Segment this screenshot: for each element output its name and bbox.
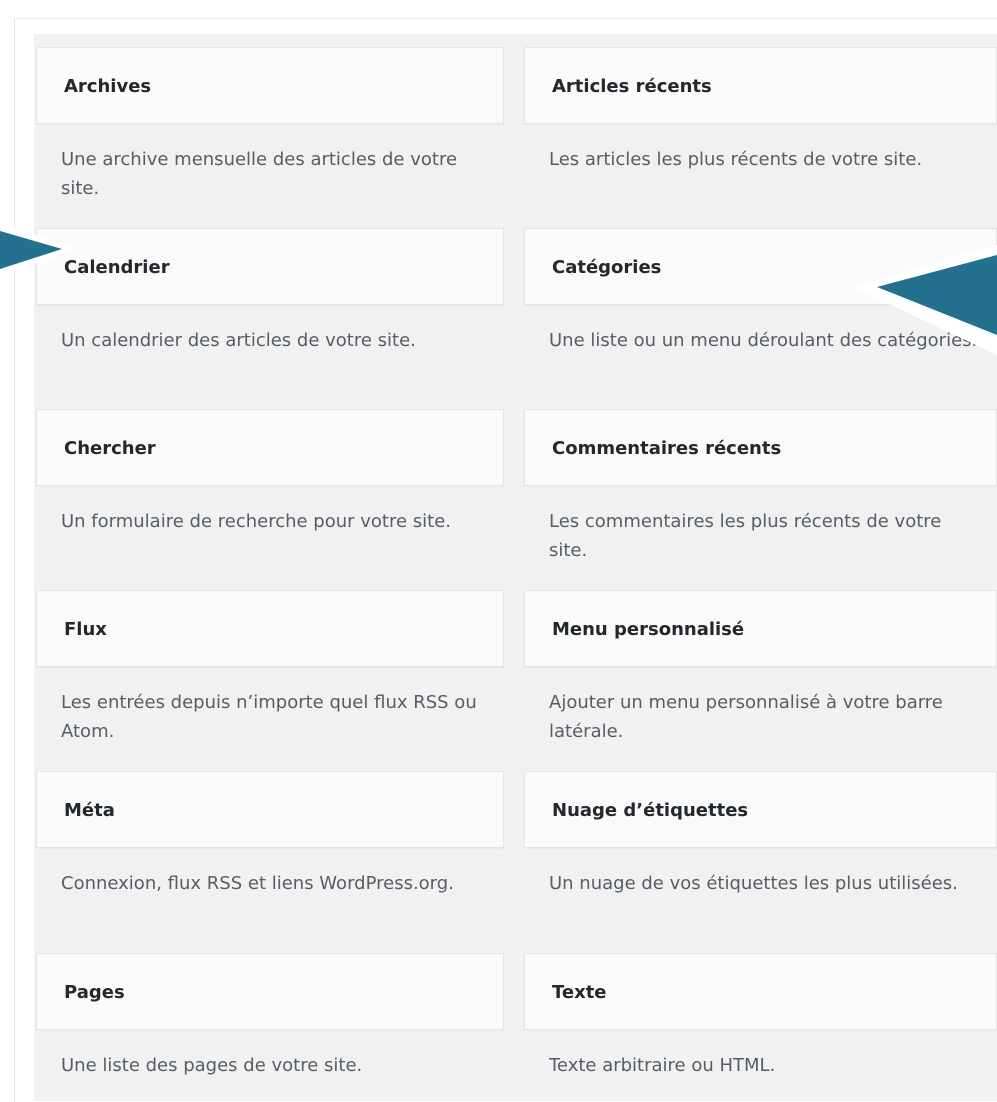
widget-description: Les articles les plus récents de votre s…: [549, 149, 923, 170]
widget-title[interactable]: Menu personnalisé: [524, 590, 997, 667]
annotation-arrow-left-icon: [0, 223, 74, 277]
widget-title[interactable]: Chercher: [36, 409, 504, 486]
widget-description: Une archive mensuelle des articles de vo…: [61, 149, 458, 199]
widget-chercher[interactable]: Chercher Un formulaire de recherche pour…: [36, 409, 504, 537]
widget-title[interactable]: Nuage d’étiquettes: [524, 771, 997, 848]
widget-description: Une liste des pages de votre site.: [61, 1055, 363, 1076]
widget-title[interactable]: Archives: [36, 47, 504, 124]
widget-meta[interactable]: Méta Connexion, flux RSS et liens WordPr…: [36, 771, 504, 899]
widget-title[interactable]: Flux: [36, 590, 504, 667]
widget-title[interactable]: Articles récents: [524, 47, 997, 124]
widget-description: Texte arbitraire ou HTML.: [549, 1055, 776, 1076]
widget-articles-recents[interactable]: Articles récents Les articles les plus r…: [524, 47, 997, 175]
widget-menu-personnalise[interactable]: Menu personnalisé Ajouter un menu person…: [524, 590, 997, 747]
widget-archives[interactable]: Archives Une archive mensuelle des artic…: [36, 47, 504, 204]
widget-commentaires-recents[interactable]: Commentaires récents Les commentaires le…: [524, 409, 997, 566]
widget-description: Connexion, flux RSS et liens WordPress.o…: [61, 873, 454, 894]
widget-description: Un calendrier des articles de votre site…: [61, 330, 416, 351]
widget-description: Un formulaire de recherche pour votre si…: [61, 511, 452, 532]
widget-flux[interactable]: Flux Les entrées depuis n’importe quel f…: [36, 590, 504, 747]
widget-nuage-etiquettes[interactable]: Nuage d’étiquettes Un nuage de vos étiqu…: [524, 771, 997, 899]
widget-title[interactable]: Méta: [36, 771, 504, 848]
widget-title[interactable]: Pages: [36, 953, 504, 1030]
widget-description: Ajouter un menu personnalisé à votre bar…: [549, 692, 943, 742]
widget-pages[interactable]: Pages Une liste des pages de votre site.: [36, 953, 504, 1081]
widget-texte[interactable]: Texte Texte arbitraire ou HTML.: [524, 953, 997, 1081]
widget-description: Les entrées depuis n’importe quel flux R…: [61, 692, 477, 742]
widget-title[interactable]: Commentaires récents: [524, 409, 997, 486]
widget-description: Les commentaires les plus récents de vot…: [549, 511, 942, 561]
annotation-arrow-right-icon: [853, 245, 997, 355]
widget-title[interactable]: Texte: [524, 953, 997, 1030]
widget-description: Un nuage de vos étiquettes les plus util…: [549, 873, 958, 894]
